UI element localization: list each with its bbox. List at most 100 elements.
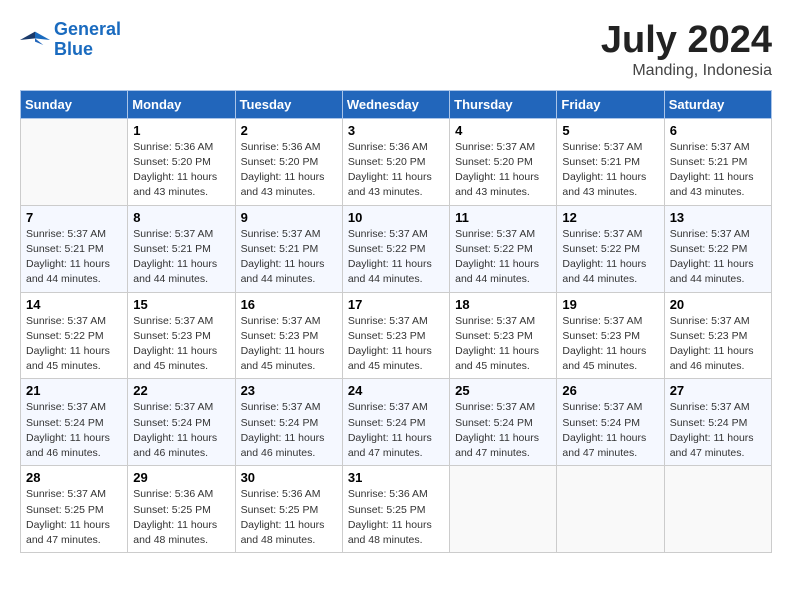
calendar-cell: 22Sunrise: 5:37 AMSunset: 5:24 PMDayligh… [128, 379, 235, 466]
day-number: 7 [26, 210, 122, 225]
location-subtitle: Manding, Indonesia [601, 62, 772, 80]
calendar-cell: 4 Sunrise: 5:37 AMSunset: 5:20 PMDaylight… [450, 118, 557, 205]
day-info: Sunrise: 5:36 AMSunset: 5:25 PMDaylight:… [348, 487, 444, 548]
weekday-header-saturday: Saturday [664, 90, 771, 118]
day-info: Sunrise: 5:37 AMSunset: 5:22 PMDaylight:… [455, 227, 551, 288]
day-number: 30 [241, 470, 337, 485]
day-info: Sunrise: 5:37 AMSunset: 5:23 PMDaylight:… [348, 314, 444, 375]
day-info: Sunrise: 5:37 AMSunset: 5:23 PMDaylight:… [133, 314, 229, 375]
calendar-cell [450, 466, 557, 553]
day-info: Sunrise: 5:37 AMSunset: 5:24 PMDaylight:… [562, 400, 658, 461]
day-info: Sunrise: 5:36 AMSunset: 5:25 PMDaylight:… [133, 487, 229, 548]
day-info: Sunrise: 5:37 AMSunset: 5:23 PMDaylight:… [670, 314, 766, 375]
calendar-cell: 15Sunrise: 5:37 AMSunset: 5:23 PMDayligh… [128, 292, 235, 379]
calendar-cell: 6 Sunrise: 5:37 AMSunset: 5:21 PMDaylight… [664, 118, 771, 205]
day-info: Sunrise: 5:37 AMSunset: 5:21 PMDaylight:… [562, 140, 658, 201]
calendar-cell: 14Sunrise: 5:37 AMSunset: 5:22 PMDayligh… [21, 292, 128, 379]
calendar-cell: 9Sunrise: 5:37 AMSunset: 5:21 PMDaylight… [235, 205, 342, 292]
calendar-week-row: 14Sunrise: 5:37 AMSunset: 5:22 PMDayligh… [21, 292, 772, 379]
calendar-cell: 7 Sunrise: 5:37 AMSunset: 5:21 PMDaylight… [21, 205, 128, 292]
calendar-cell: 11 Sunrise: 5:37 AMSunset: 5:22 PMDayligh… [450, 205, 557, 292]
day-info: Sunrise: 5:37 AMSunset: 5:20 PMDaylight:… [455, 140, 551, 201]
logo-line2: Blue [54, 39, 93, 59]
calendar-cell [21, 118, 128, 205]
day-info: Sunrise: 5:37 AMSunset: 5:25 PMDaylight:… [26, 487, 122, 548]
calendar-cell: 25 Sunrise: 5:37 AMSunset: 5:24 PMDayligh… [450, 379, 557, 466]
calendar-cell: 27Sunrise: 5:37 AMSunset: 5:24 PMDayligh… [664, 379, 771, 466]
calendar-cell: 1 Sunrise: 5:36 AMSunset: 5:20 PMDaylight… [128, 118, 235, 205]
day-number: 19 [562, 297, 658, 312]
title-block: July 2024 Manding, Indonesia [601, 20, 772, 80]
day-number: 18 [455, 297, 551, 312]
day-info: Sunrise: 5:37 AMSunset: 5:21 PMDaylight:… [241, 227, 337, 288]
day-info: Sunrise: 5:36 AMSunset: 5:20 PMDaylight:… [133, 140, 229, 201]
day-number: 10 [348, 210, 444, 225]
day-info: Sunrise: 5:37 AMSunset: 5:21 PMDaylight:… [670, 140, 766, 201]
calendar-cell: 21 Sunrise: 5:37 AMSunset: 5:24 PMDayligh… [21, 379, 128, 466]
calendar-cell [557, 466, 664, 553]
day-number: 22 [133, 383, 229, 398]
weekday-header-friday: Friday [557, 90, 664, 118]
day-number: 13 [670, 210, 766, 225]
day-info: Sunrise: 5:37 AMSunset: 5:23 PMDaylight:… [455, 314, 551, 375]
day-info: Sunrise: 5:37 AMSunset: 5:22 PMDaylight:… [348, 227, 444, 288]
day-number: 24 [348, 383, 444, 398]
calendar-table: SundayMondayTuesdayWednesdayThursdayFrid… [20, 90, 772, 553]
day-info: Sunrise: 5:37 AMSunset: 5:21 PMDaylight:… [26, 227, 122, 288]
day-number: 20 [670, 297, 766, 312]
calendar-cell: 18 Sunrise: 5:37 AMSunset: 5:23 PMDayligh… [450, 292, 557, 379]
calendar-cell: 30 Sunrise: 5:36 AMSunset: 5:25 PMDayligh… [235, 466, 342, 553]
weekday-header-monday: Monday [128, 90, 235, 118]
calendar-cell: 13Sunrise: 5:37 AMSunset: 5:22 PMDayligh… [664, 205, 771, 292]
day-number: 25 [455, 383, 551, 398]
calendar-cell: 24 Sunrise: 5:37 AMSunset: 5:24 PMDayligh… [342, 379, 449, 466]
calendar-body: 1 Sunrise: 5:36 AMSunset: 5:20 PMDaylight… [21, 118, 772, 552]
calendar-cell: 10 Sunrise: 5:37 AMSunset: 5:22 PMDayligh… [342, 205, 449, 292]
weekday-header-tuesday: Tuesday [235, 90, 342, 118]
day-info: Sunrise: 5:37 AMSunset: 5:24 PMDaylight:… [455, 400, 551, 461]
calendar-week-row: 28 Sunrise: 5:37 AMSunset: 5:25 PMDayligh… [21, 466, 772, 553]
day-info: Sunrise: 5:36 AMSunset: 5:25 PMDaylight:… [241, 487, 337, 548]
calendar-cell: 19 Sunrise: 5:37 AMSunset: 5:23 PMDayligh… [557, 292, 664, 379]
calendar-cell: 16 Sunrise: 5:37 AMSunset: 5:23 PMDayligh… [235, 292, 342, 379]
day-info: Sunrise: 5:37 AMSunset: 5:24 PMDaylight:… [670, 400, 766, 461]
logo-line1: General [54, 19, 121, 39]
day-number: 21 [26, 383, 122, 398]
calendar-week-row: 7 Sunrise: 5:37 AMSunset: 5:21 PMDaylight… [21, 205, 772, 292]
weekday-header-sunday: Sunday [21, 90, 128, 118]
day-number: 31 [348, 470, 444, 485]
calendar-cell: 23Sunrise: 5:37 AMSunset: 5:24 PMDayligh… [235, 379, 342, 466]
day-info: Sunrise: 5:37 AMSunset: 5:24 PMDaylight:… [26, 400, 122, 461]
day-info: Sunrise: 5:36 AMSunset: 5:20 PMDaylight:… [348, 140, 444, 201]
calendar-cell: 31 Sunrise: 5:36 AMSunset: 5:25 PMDayligh… [342, 466, 449, 553]
day-number: 11 [455, 210, 551, 225]
day-number: 17 [348, 297, 444, 312]
day-number: 28 [26, 470, 122, 485]
day-info: Sunrise: 5:37 AMSunset: 5:22 PMDaylight:… [562, 227, 658, 288]
day-info: Sunrise: 5:37 AMSunset: 5:21 PMDaylight:… [133, 227, 229, 288]
day-info: Sunrise: 5:37 AMSunset: 5:24 PMDaylight:… [348, 400, 444, 461]
calendar-cell [664, 466, 771, 553]
day-number: 4 [455, 123, 551, 138]
calendar-week-row: 21 Sunrise: 5:37 AMSunset: 5:24 PMDayligh… [21, 379, 772, 466]
day-number: 16 [241, 297, 337, 312]
day-info: Sunrise: 5:37 AMSunset: 5:24 PMDaylight:… [241, 400, 337, 461]
calendar-cell: 12Sunrise: 5:37 AMSunset: 5:22 PMDayligh… [557, 205, 664, 292]
day-number: 14 [26, 297, 122, 312]
day-info: Sunrise: 5:36 AMSunset: 5:20 PMDaylight:… [241, 140, 337, 201]
logo: General Blue [20, 20, 121, 60]
day-number: 29 [133, 470, 229, 485]
month-title: July 2024 [601, 20, 772, 62]
weekday-header-thursday: Thursday [450, 90, 557, 118]
logo-text: General Blue [54, 20, 121, 60]
day-number: 3 [348, 123, 444, 138]
day-info: Sunrise: 5:37 AMSunset: 5:23 PMDaylight:… [562, 314, 658, 375]
day-info: Sunrise: 5:37 AMSunset: 5:23 PMDaylight:… [241, 314, 337, 375]
logo-icon [20, 28, 50, 52]
calendar-cell: 3 Sunrise: 5:36 AMSunset: 5:20 PMDaylight… [342, 118, 449, 205]
day-number: 1 [133, 123, 229, 138]
day-number: 6 [670, 123, 766, 138]
day-number: 2 [241, 123, 337, 138]
calendar-cell: 2 Sunrise: 5:36 AMSunset: 5:20 PMDaylight… [235, 118, 342, 205]
calendar-cell: 28 Sunrise: 5:37 AMSunset: 5:25 PMDayligh… [21, 466, 128, 553]
